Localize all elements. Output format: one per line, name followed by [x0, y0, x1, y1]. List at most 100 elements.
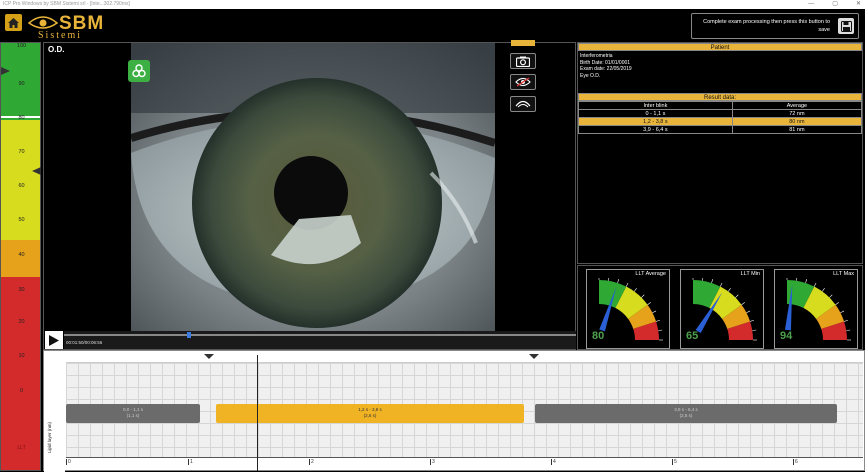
- llt-color-scale: 100 90 80 70 60 50 40 30 20 10 0 LLT: [0, 42, 41, 471]
- scale-tick-100: 100: [16, 43, 27, 49]
- home-button[interactable]: [5, 14, 22, 31]
- blink-timeline[interactable]: Lipid layer (nm) 0,0 - 1,1 s (1,1 s) 1,2…: [43, 350, 865, 472]
- table-row[interactable]: 3,9 - 6,4 s 81 nm: [578, 125, 863, 134]
- gauge-tick: [735, 294, 739, 298]
- time-cursor[interactable]: [257, 355, 258, 471]
- interblink-bar-1[interactable]: 0,0 - 1,1 s (1,1 s): [66, 404, 200, 423]
- col-average: Average: [731, 101, 863, 110]
- analysis-mode-button[interactable]: [128, 60, 150, 82]
- axis-tick-2: 2: [309, 459, 314, 465]
- scale-tick-0: 0: [19, 388, 24, 394]
- axis-tick-6: 6: [793, 459, 798, 465]
- gauge-max: LLT Max 94: [774, 269, 858, 349]
- home-icon: [8, 17, 19, 28]
- bar-duration: (1,1 s): [126, 413, 140, 418]
- axis-tick-3: 3: [430, 459, 435, 465]
- eye-side: Eye O.D.: [580, 72, 601, 79]
- gauge-tick: [846, 329, 851, 331]
- scale-red-zone: [1, 277, 40, 470]
- gauge-tick: [752, 329, 757, 331]
- maximize-button[interactable]: ▢: [832, 0, 838, 9]
- play-icon: [49, 334, 59, 346]
- snapshot-button[interactable]: [510, 53, 536, 69]
- window-titlebar: ICP Pro Windows by SBM Sistemi srl - [In…: [0, 0, 865, 9]
- gauge-tick: [741, 302, 745, 305]
- patient-header: Patient: [578, 43, 862, 51]
- progress-track: [64, 334, 576, 336]
- scale-orange-zone: [1, 240, 40, 277]
- timeline-ylabel: Lipid layer (nm): [47, 421, 52, 453]
- window-controls: — ▢ ✕: [808, 0, 861, 9]
- interblink-bar-3[interactable]: 3,9 s - 6,4 s (2,5 s): [535, 404, 837, 423]
- bar-duration: (2,6 s): [363, 413, 377, 418]
- timeline-ylabel-box: Lipid layer (nm): [44, 363, 65, 472]
- row-interval: 3,9 - 6,4 s: [578, 125, 733, 134]
- eye-video-frame[interactable]: [131, 43, 495, 331]
- floppy-disk-icon: [840, 20, 852, 32]
- minimize-button[interactable]: —: [808, 0, 814, 9]
- axis-tick-1: 1: [188, 459, 193, 465]
- row-interval: 1,2 - 3,8 s: [578, 117, 733, 126]
- results-table: Inter blink Average 0 - 1,1 s 72 nm 1,2 …: [578, 101, 863, 134]
- scale-avg-marker-icon: [32, 167, 41, 175]
- timeline-axis: 0 1 2 3 4 5 6: [66, 457, 863, 470]
- lens-view-button[interactable]: [510, 96, 536, 112]
- row-interval: 0 - 1,1 s: [578, 109, 733, 118]
- table-row[interactable]: 0 - 1,1 s 72 nm: [578, 109, 863, 118]
- eye-video-panel: O.D. 00:01:50/00:06:56: [43, 40, 576, 350]
- gauge-tick: [835, 302, 839, 305]
- gauge-tick: [805, 279, 808, 284]
- axis-tick-0: 0: [66, 459, 71, 465]
- scale-tick-60: 60: [18, 183, 25, 189]
- bar-duration: (2,5 s): [679, 413, 693, 418]
- gauge-tick: [647, 302, 651, 305]
- logo-sub: Sistemi: [38, 30, 83, 41]
- timeline-header-strip: [66, 351, 863, 363]
- gauge-tick: [796, 278, 798, 281]
- save-button[interactable]: [838, 18, 854, 34]
- video-time: 00:01:50/00:06:56: [66, 340, 103, 345]
- gauge-tick: [813, 282, 817, 287]
- progress-handle[interactable]: [186, 332, 191, 338]
- gauge-tick: [728, 288, 731, 292]
- patient-info: Interferometria Birth Date: 01/01/0001 E…: [578, 51, 862, 81]
- scale-tick-50: 50: [18, 217, 25, 223]
- save-instructions: Complete exam processing then press this…: [703, 19, 830, 33]
- results-table-header: Inter blink Average: [578, 101, 863, 110]
- save-panel: Complete exam processing then press this…: [691, 13, 859, 39]
- scale-tick-40: 40: [18, 252, 25, 258]
- table-row-selected[interactable]: 1,2 - 3,8 s 80 nm: [578, 117, 863, 126]
- gauge-title: LLT Max: [833, 271, 854, 277]
- cells-icon: [132, 64, 146, 78]
- patient-panel: Patient Interferometria Birth Date: 01/0…: [577, 42, 863, 264]
- play-button[interactable]: [45, 331, 63, 349]
- gauge-tick: [625, 282, 629, 287]
- eye-image: [131, 43, 495, 331]
- video-progress-bar[interactable]: 00:01:50/00:06:56: [64, 331, 576, 349]
- gauge-value: 65: [686, 330, 699, 342]
- gauge-tick: [829, 294, 833, 298]
- row-average: 80 nm: [731, 117, 863, 126]
- eye-view-button[interactable]: [510, 74, 536, 90]
- sbm-logo: SBM Sistemi: [28, 12, 118, 42]
- scale-tick-70: 70: [18, 149, 25, 155]
- gauge-tick: [608, 278, 610, 281]
- results-section: Result data: Inter blink Average 0 - 1,1…: [578, 93, 863, 134]
- gauge-average: LLT Average 80: [586, 269, 670, 349]
- gauge-tick: [746, 310, 751, 314]
- blink-marker-icon[interactable]: [529, 354, 539, 359]
- row-average: 81 nm: [731, 125, 863, 134]
- col-inter-blink: Inter blink: [578, 101, 733, 110]
- gauge-tick: [749, 319, 754, 322]
- gauge-tick: [719, 282, 723, 287]
- gauge-tick: [652, 310, 657, 314]
- close-button[interactable]: ✕: [856, 0, 861, 9]
- camera-icon: [516, 56, 530, 67]
- eye-side-label: O.D.: [48, 45, 65, 54]
- gauge-tick: [843, 319, 848, 322]
- gauge-tick: [658, 329, 663, 331]
- axis-tick-5: 5: [672, 459, 677, 465]
- interblink-bar-2[interactable]: 1,2 s - 3,8 s (2,6 s): [216, 404, 524, 423]
- blink-marker-icon[interactable]: [204, 354, 214, 359]
- scale-max-marker-icon: [1, 67, 10, 75]
